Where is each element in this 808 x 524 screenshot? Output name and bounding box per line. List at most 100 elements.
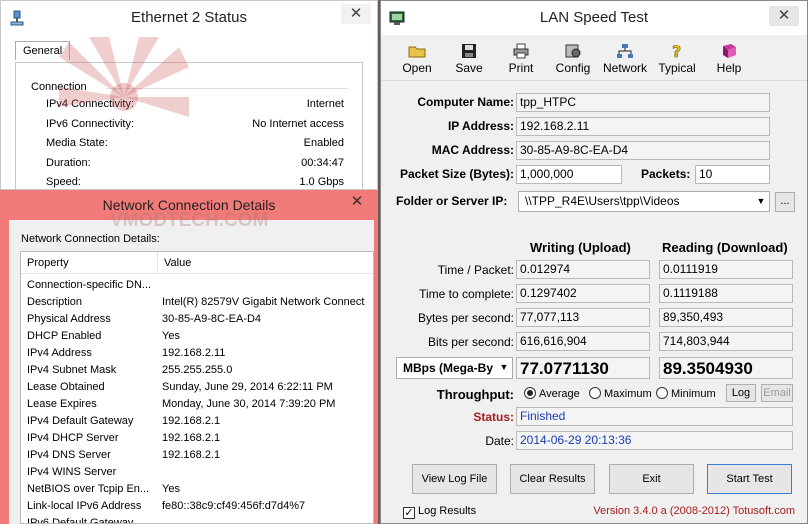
read-mbps-value: 89.3504930 (659, 357, 793, 379)
list-item[interactable]: Description Intel(R) 82579V Gigabit Netwo… (21, 294, 373, 311)
help-book-icon (723, 44, 736, 58)
details-body: Network Connection Details: Property Val… (9, 220, 374, 524)
save-label: Save (455, 61, 483, 75)
ethernet-titlebar[interactable]: Ethernet 2 Status ✕ (1, 1, 377, 35)
list-item[interactable]: Lease Obtained Sunday, June 29, 2014 6:22… (21, 379, 373, 396)
property-cell: IPv4 Subnet Mask (27, 364, 117, 376)
stat-value: 00:34:47 (301, 157, 344, 169)
value-cell: Intel(R) 82579V Gigabit Network Connect (162, 296, 365, 308)
list-item[interactable]: Connection-specific DN... (21, 277, 373, 294)
status-label: Status: (473, 410, 514, 424)
property-cell: Description (27, 296, 83, 308)
list-item[interactable]: IPv4 DHCP Server 192.168.2.1 (21, 430, 373, 447)
list-header: Property Value (21, 252, 373, 274)
column-header-property[interactable]: Property (27, 257, 69, 269)
property-cell: Lease Expires (27, 398, 97, 410)
save-button[interactable]: Save (443, 43, 495, 75)
packets-label: Packets: (641, 167, 691, 181)
value-cell: fe80::38c9:cf49:456f:d7d4%7 (162, 500, 306, 512)
stat-value: No Internet access (252, 118, 344, 130)
read-bytes-per-second: 89,350,493 (659, 308, 793, 327)
computer-name-field: tpp_HTPC (516, 93, 770, 112)
property-cell: Link-local IPv6 Address (27, 500, 142, 512)
column-header-value[interactable]: Value (164, 257, 191, 269)
stat-value: 1.0 Gbps (299, 176, 344, 188)
clear-results-button[interactable]: Clear Results (510, 464, 595, 494)
list-item[interactable]: NetBIOS over Tcpip En... Yes (21, 481, 373, 498)
packets-input[interactable]: 10 (695, 165, 770, 184)
stat-value: Internet (306, 98, 344, 110)
packet-size-input[interactable]: 1,000,000 (516, 165, 622, 184)
packet-size-label: Packet Size (Bytes): (399, 167, 514, 181)
watermark-text: VMODTECH.COM (110, 210, 269, 231)
stat-value: Enabled (303, 137, 344, 149)
list-item[interactable]: IPv4 Default Gateway 192.168.2.1 (21, 413, 373, 430)
value-cell: Sunday, June 29, 2014 6:22:11 PM (162, 381, 333, 393)
value-cell: 30-85-A9-8C-EA-D4 (162, 313, 262, 325)
property-cell: NetBIOS over Tcpip En... (27, 483, 150, 495)
email-button[interactable]: Email (761, 384, 793, 402)
ethernet-close-button[interactable]: ✕ (341, 4, 371, 24)
mac-address-field: 30-85-A9-8C-EA-D4 (516, 141, 770, 160)
exit-button[interactable]: Exit (609, 464, 694, 494)
help-label: Help (716, 61, 742, 75)
radio-minimum[interactable]: Minimum (656, 387, 716, 401)
computer-name-label: Computer Name: (417, 95, 514, 109)
metric-label: Time to complete: (419, 287, 514, 301)
unit-select[interactable]: MBps (Mega-By ▼ (396, 357, 513, 379)
details-close-button[interactable]: ✕ (342, 192, 372, 212)
radio-maximum[interactable]: Maximum (589, 387, 652, 401)
folder-select[interactable]: \\TPP_R4E\Users\tpp\Videos ▼ (518, 191, 770, 212)
list-item[interactable]: IPv4 DNS Server 192.168.2.1 (21, 447, 373, 464)
typical-button[interactable]: ? Typical (651, 43, 703, 75)
radio-dot (589, 387, 601, 399)
checkmark-icon: ✓ (403, 507, 415, 519)
view-log-file-button[interactable]: View Log File (412, 464, 497, 494)
ethernet-status-window: Ethernet 2 Status ✕ General Connection I… (0, 0, 378, 190)
property-cell: Lease Obtained (27, 381, 105, 393)
printer-icon (513, 43, 529, 59)
radio-dot-selected (524, 387, 536, 399)
typical-label: Typical (658, 61, 696, 75)
list-item[interactable]: IPv6 Default Gateway (21, 515, 373, 523)
watermark-logo (59, 37, 189, 117)
config-label: Config (555, 61, 591, 75)
print-button[interactable]: Print (495, 43, 547, 75)
ip-address-label: IP Address: (447, 119, 514, 133)
start-test-button[interactable]: Start Test (707, 464, 792, 494)
list-item[interactable]: IPv4 Address 192.168.2.11 (21, 345, 373, 362)
lan-close-button[interactable]: ✕ (769, 6, 799, 26)
list-item[interactable]: IPv4 Subnet Mask 255.255.255.0 (21, 362, 373, 379)
browse-button[interactable]: ... (775, 192, 795, 212)
log-button[interactable]: Log (726, 384, 756, 402)
metric-label: Bits per second: (427, 335, 514, 349)
question-mark-icon: ? (672, 43, 682, 59)
list-item[interactable]: Link-local IPv6 Address fe80::38c9:cf49:4… (21, 498, 373, 515)
value-cell: 192.168.2.1 (162, 449, 221, 461)
chevron-down-icon[interactable]: ▼ (496, 358, 512, 377)
lan-titlebar[interactable]: LAN Speed Test ✕ (381, 1, 807, 35)
list-item[interactable]: Lease Expires Monday, June 30, 2014 7:39:… (21, 396, 373, 413)
details-list[interactable]: Property Value Connection-specific DN...… (20, 251, 374, 524)
chevron-down-icon[interactable]: ▼ (753, 192, 769, 211)
radio-maximum-label: Maximum (604, 388, 652, 400)
writing-header: Writing (Upload) (530, 240, 631, 255)
radio-average[interactable]: Average (524, 387, 580, 401)
version-text: Version 3.4.0 a (2008-2012) Totusoft.com (593, 505, 795, 517)
folder-label: Folder or Server IP: (396, 194, 508, 208)
list-item[interactable]: DHCP Enabled Yes (21, 328, 373, 345)
list-item[interactable]: IPv4 WINS Server (21, 464, 373, 481)
list-item[interactable]: Physical Address 30-85-A9-8C-EA-D4 (21, 311, 373, 328)
value-cell: Monday, June 30, 2014 7:39:20 PM (162, 398, 336, 410)
config-icon (565, 44, 581, 58)
log-results-checkbox[interactable]: ✓ Log Results (403, 505, 476, 519)
open-button[interactable]: Open (391, 43, 443, 75)
value-cell: Yes (162, 483, 180, 495)
config-button[interactable]: Config (547, 43, 599, 75)
network-button[interactable]: Network (599, 43, 651, 75)
reading-header: Reading (Download) (662, 240, 788, 255)
list-rows: Connection-specific DN... Description Inte… (21, 274, 373, 523)
column-divider[interactable] (157, 252, 158, 274)
svg-text:?: ? (672, 43, 681, 59)
help-button[interactable]: Help (703, 43, 755, 75)
